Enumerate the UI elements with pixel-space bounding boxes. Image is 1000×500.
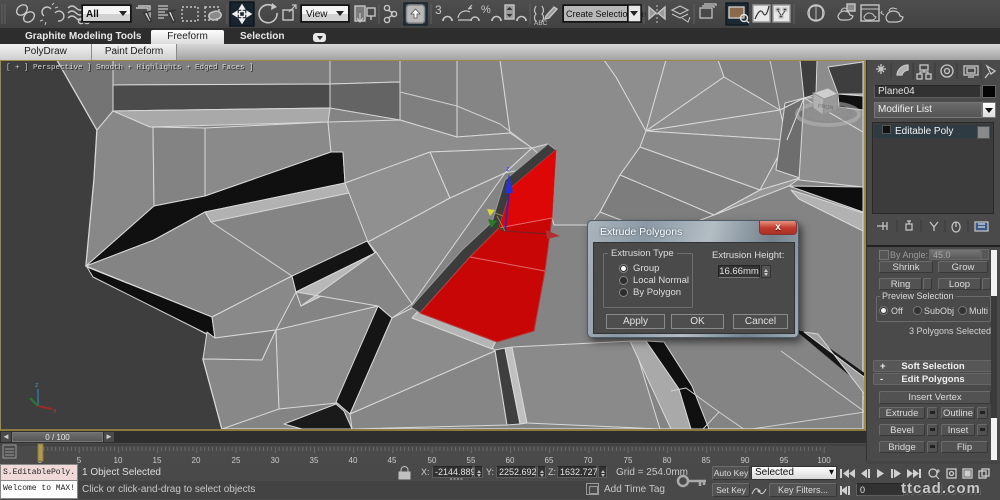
svg-text:All: All: [86, 9, 99, 20]
svg-text:90: 90: [741, 456, 750, 464]
svg-text:80: 80: [663, 456, 672, 464]
svg-text:100: 100: [817, 456, 831, 464]
svg-text:x: x: [53, 408, 57, 415]
svg-text:30: 30: [271, 456, 280, 464]
svg-text:50: 50: [428, 456, 437, 464]
svg-text:65: 65: [545, 456, 554, 464]
svg-text:z: z: [35, 382, 39, 389]
svg-text:70: 70: [584, 456, 593, 464]
svg-text:45: 45: [388, 456, 397, 464]
svg-text:10: 10: [114, 456, 123, 464]
svg-text:20: 20: [192, 456, 201, 464]
svg-text:ABC: ABC: [534, 20, 548, 27]
svg-text:85: 85: [702, 456, 711, 464]
svg-text:60: 60: [506, 456, 515, 464]
svg-text:95: 95: [780, 456, 789, 464]
svg-text:%: %: [481, 4, 491, 16]
svg-text:55: 55: [467, 456, 476, 464]
svg-text:15: 15: [153, 456, 162, 464]
svg-text:3: 3: [435, 3, 442, 17]
svg-text:z: z: [506, 166, 510, 173]
svg-text:40: 40: [349, 456, 358, 464]
svg-text:35: 35: [310, 456, 319, 464]
svg-text:25: 25: [232, 456, 241, 464]
svg-text:75: 75: [624, 456, 633, 464]
svg-text:5: 5: [77, 456, 82, 464]
svg-text:View: View: [306, 9, 328, 20]
